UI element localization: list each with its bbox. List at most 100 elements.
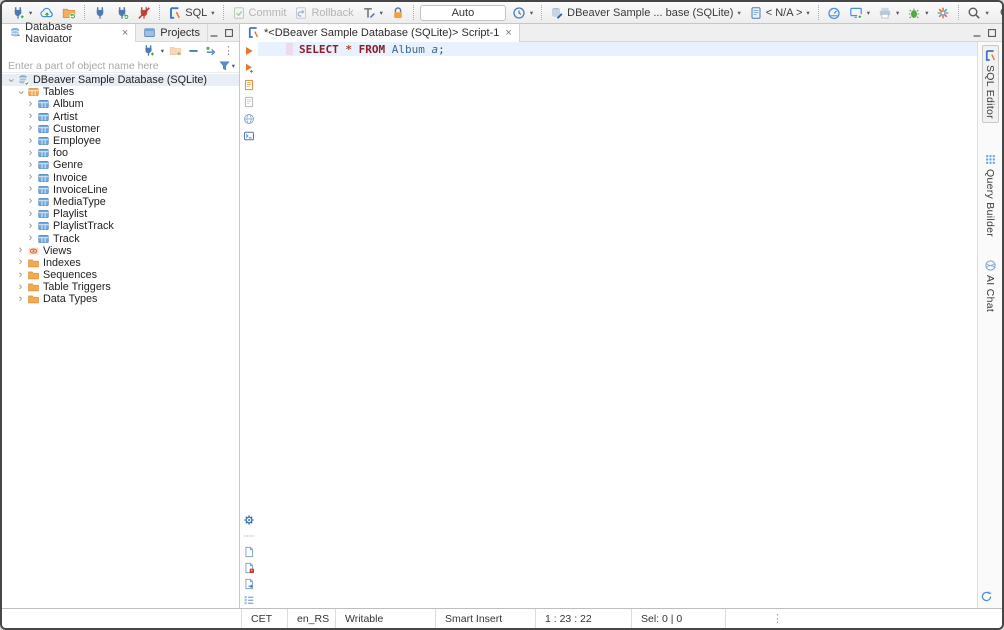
chevron-right-icon[interactable]: ›	[26, 222, 35, 231]
tree-item-album[interactable]: ›Album	[2, 98, 239, 110]
execute-statement-button[interactable]	[243, 45, 255, 57]
tree-item-artist[interactable]: ›Artist	[2, 111, 239, 123]
sql-editor-content[interactable]: SELECT * FROM Album a;	[258, 42, 977, 608]
outline-button[interactable]	[243, 594, 255, 606]
chevron-right-icon[interactable]: ›	[26, 112, 35, 121]
collapse-all-button[interactable]	[187, 44, 200, 57]
tab-query-builder-vertical[interactable]: Query Builder	[984, 153, 997, 237]
write-mode-indicator[interactable]: Writable	[336, 609, 436, 628]
timezone-indicator[interactable]: CET	[242, 609, 288, 628]
rollback-button[interactable]: Rollback	[292, 4, 355, 22]
tree-item-foo[interactable]: ›foo	[2, 147, 239, 159]
tree-item-dbeaver-sample-database-sqlite[interactable]: ›DBeaver Sample Database (SQLite)	[2, 74, 239, 86]
editor-settings-button[interactable]	[243, 514, 255, 526]
tab-database-navigator[interactable]: Database Navigator ×	[2, 24, 136, 42]
explain-plan-button[interactable]	[243, 113, 255, 125]
chevron-right-icon[interactable]: ›	[26, 234, 35, 243]
disconnect-button[interactable]	[135, 4, 153, 22]
tree-item-invoice[interactable]: ›Invoice	[2, 172, 239, 184]
object-filter-input[interactable]	[6, 60, 218, 72]
commit-button[interactable]: Commit	[230, 4, 289, 22]
tree-item-data-types[interactable]: ›Data Types	[2, 293, 239, 305]
new-script-button[interactable]	[243, 546, 255, 558]
selection-indicator[interactable]: Sel: 0 | 0	[632, 609, 726, 628]
tab-sql-editor-vertical[interactable]: SQL Editor	[982, 45, 999, 123]
search-dropdown-button[interactable]: ▾	[965, 4, 990, 22]
view-menu-button[interactable]: ⋮	[223, 46, 234, 56]
maximize-panel-button[interactable]	[223, 27, 235, 39]
execute-script-natural-button[interactable]	[243, 96, 255, 108]
locale-indicator[interactable]: en_RS	[288, 609, 336, 628]
open-console-button[interactable]	[243, 130, 255, 142]
tree-item-mediatype[interactable]: ›MediaType	[2, 196, 239, 208]
chevron-right-icon[interactable]: ›	[26, 197, 35, 206]
print-button[interactable]: ▾	[876, 4, 901, 22]
tree-item-employee[interactable]: ›Employee	[2, 135, 239, 147]
debug-button[interactable]: ▾	[905, 4, 930, 22]
commit-mode-combo[interactable]: Auto	[420, 5, 506, 21]
new-connection-button[interactable]: ▾	[9, 4, 34, 22]
tree-item-table-triggers[interactable]: ›Table Triggers	[2, 281, 239, 293]
execute-script-button[interactable]	[243, 79, 255, 91]
chevron-right-icon[interactable]: ›	[26, 161, 35, 170]
caret-position-indicator[interactable]: 1 : 23 : 22	[536, 609, 632, 628]
chevron-right-icon[interactable]: ›	[16, 246, 25, 255]
tree-item-invoiceline[interactable]: ›InvoiceLine	[2, 184, 239, 196]
minimize-panel-button[interactable]	[208, 27, 220, 39]
chevron-right-icon[interactable]: ›	[16, 258, 25, 267]
chevron-right-icon[interactable]: ›	[26, 149, 35, 158]
tab-ai-chat-vertical[interactable]: AI Chat	[984, 259, 997, 312]
tab-projects[interactable]: Projects	[136, 24, 208, 42]
schema-selector[interactable]: < N/A > ▾	[747, 4, 812, 22]
tasks-button[interactable]	[934, 4, 952, 22]
execute-new-tab-button[interactable]	[243, 62, 255, 74]
new-folder-button[interactable]	[169, 44, 182, 57]
chevron-right-icon[interactable]: ›	[26, 185, 35, 194]
chevron-right-icon[interactable]: ›	[16, 295, 25, 304]
minimize-editor-button[interactable]	[971, 27, 983, 39]
tree-item-playlisttrack[interactable]: ›PlaylistTrack	[2, 220, 239, 232]
tree-item-indexes[interactable]: ›Indexes	[2, 257, 239, 269]
tab-sql-script[interactable]: *<DBeaver Sample Database (SQLite)> Scri…	[240, 24, 520, 42]
tree-item-views[interactable]: ›Views	[2, 245, 239, 257]
chevron-right-icon[interactable]: ›	[26, 100, 35, 109]
insert-mode-indicator[interactable]: Smart Insert	[436, 609, 536, 628]
sql-statement[interactable]: SELECT * FROM Album a;	[299, 43, 445, 56]
chevron-right-icon[interactable]: ›	[26, 173, 35, 182]
delete-script-button[interactable]	[243, 562, 255, 574]
tree-item-playlist[interactable]: ›Playlist	[2, 208, 239, 220]
transaction-log-button[interactable]: ▾	[510, 4, 535, 22]
new-sql-editor-button[interactable]: SQL ▾	[166, 4, 216, 22]
database-selector[interactable]: DBeaver Sample ... base (SQLite) ▾	[548, 4, 743, 22]
status-bar-handle[interactable]: ⋮	[772, 612, 783, 625]
chevron-right-icon[interactable]: ›	[26, 124, 35, 133]
open-connection-button[interactable]	[60, 4, 78, 22]
background-task-icon[interactable]	[980, 590, 993, 603]
cloud-connections-button[interactable]	[38, 4, 56, 22]
tree-item-sequences[interactable]: ›Sequences	[2, 269, 239, 281]
link-with-editor-button[interactable]	[205, 44, 218, 57]
chevron-down-icon[interactable]: ›	[6, 76, 15, 85]
close-icon[interactable]: ×	[505, 27, 511, 39]
chevron-right-icon[interactable]: ›	[26, 210, 35, 219]
chevron-down-icon[interactable]: ›	[16, 88, 25, 97]
maximize-editor-button[interactable]	[986, 27, 998, 39]
transaction-mode-button[interactable]: ▾	[360, 4, 385, 22]
dashboard-button[interactable]	[825, 4, 843, 22]
filter-funnel-icon[interactable]	[218, 59, 231, 72]
invalidate-reconnect-button[interactable]	[113, 4, 131, 22]
transaction-lock-button[interactable]	[389, 4, 407, 22]
new-connection-button[interactable]	[142, 44, 155, 57]
tree-item-genre[interactable]: ›Genre	[2, 159, 239, 171]
close-icon[interactable]: ×	[122, 27, 128, 39]
global-search-button[interactable]	[997, 4, 1004, 22]
connect-button[interactable]	[91, 4, 109, 22]
sql-console-button[interactable]: ▾	[847, 4, 872, 22]
tree-item-track[interactable]: ›Track	[2, 232, 239, 244]
export-script-button[interactable]	[243, 578, 255, 590]
tree-item-customer[interactable]: ›Customer	[2, 123, 239, 135]
chevron-right-icon[interactable]: ›	[26, 137, 35, 146]
chevron-right-icon[interactable]: ›	[16, 271, 25, 280]
chevron-right-icon[interactable]: ›	[16, 283, 25, 292]
tree-item-tables[interactable]: ›Tables	[2, 86, 239, 98]
